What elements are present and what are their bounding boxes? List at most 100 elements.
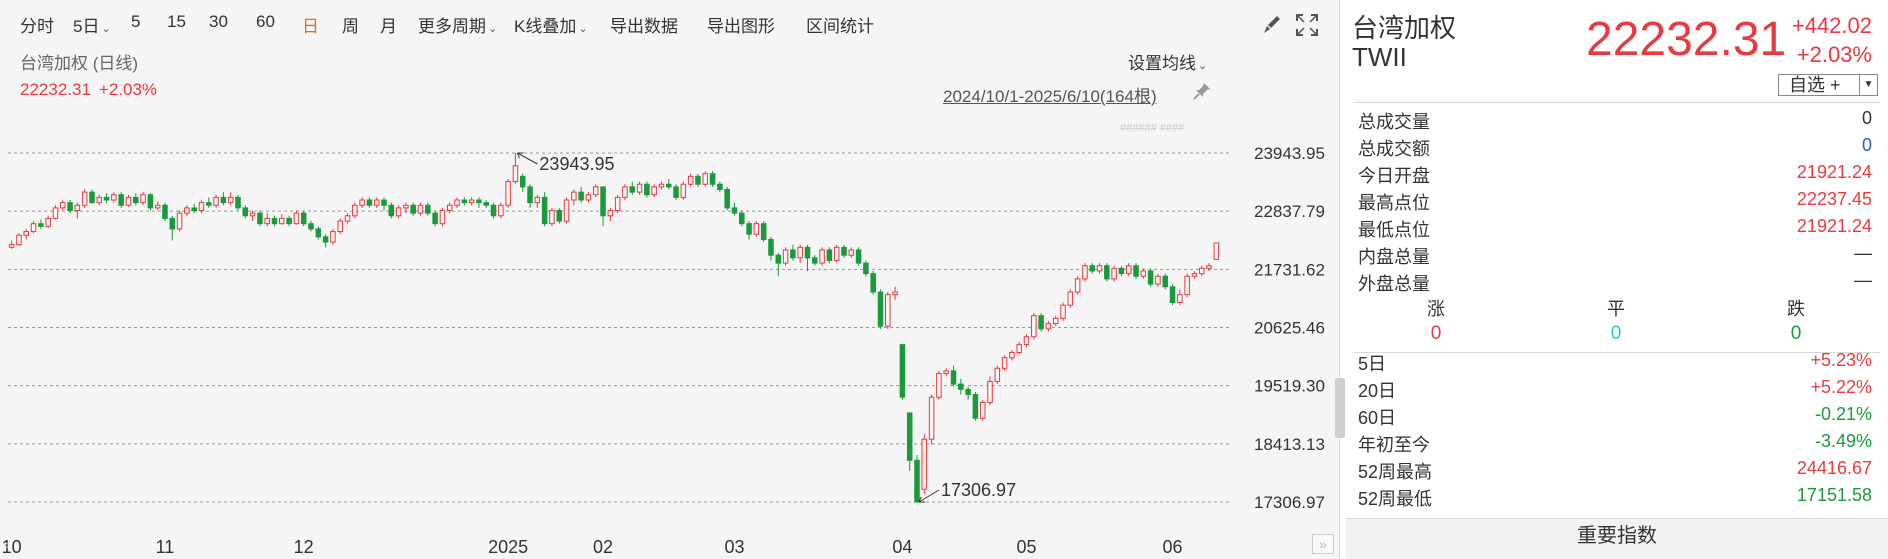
candle[interactable] <box>607 207 614 222</box>
candle[interactable] <box>1184 273 1190 298</box>
candle[interactable] <box>293 210 300 225</box>
scrollbar-handle[interactable] <box>1335 378 1345 438</box>
candle[interactable] <box>1155 273 1161 287</box>
candle[interactable] <box>614 194 621 214</box>
scroll-right-button[interactable]: » <box>1312 534 1334 554</box>
candle[interactable] <box>1038 313 1044 332</box>
candle[interactable] <box>198 200 205 214</box>
candle[interactable] <box>454 197 460 208</box>
candle[interactable] <box>359 197 365 208</box>
candle[interactable] <box>1140 268 1147 279</box>
candle[interactable] <box>1082 263 1088 282</box>
candle[interactable] <box>863 260 869 277</box>
candle[interactable] <box>790 244 796 261</box>
candle[interactable] <box>848 247 855 258</box>
candle[interactable] <box>936 370 942 400</box>
candle[interactable] <box>1111 265 1117 282</box>
candle[interactable] <box>1009 349 1015 361</box>
candle[interactable] <box>264 213 270 227</box>
candle[interactable] <box>760 221 767 243</box>
candle[interactable] <box>1191 270 1198 279</box>
candle[interactable] <box>958 378 964 395</box>
candle[interactable] <box>38 219 44 229</box>
candle[interactable] <box>768 236 774 261</box>
candle[interactable] <box>140 192 146 206</box>
candle[interactable] <box>739 210 745 227</box>
candle[interactable] <box>308 221 314 232</box>
candle[interactable] <box>505 178 511 208</box>
candle[interactable] <box>651 184 657 198</box>
candle[interactable] <box>417 202 424 216</box>
candle[interactable] <box>498 202 504 219</box>
candle[interactable] <box>1089 263 1095 274</box>
candle[interactable] <box>1198 265 1205 277</box>
candle[interactable] <box>242 205 249 219</box>
candle[interactable] <box>950 365 957 387</box>
candle[interactable] <box>812 255 818 266</box>
candle[interactable] <box>1067 289 1074 308</box>
candle[interactable] <box>89 189 95 204</box>
candle[interactable] <box>118 192 124 208</box>
candle[interactable] <box>235 194 241 211</box>
candle[interactable] <box>213 194 219 208</box>
candle[interactable] <box>534 194 541 208</box>
candle[interactable] <box>753 221 760 237</box>
candle[interactable] <box>373 197 380 208</box>
candle[interactable] <box>1147 268 1154 287</box>
candle[interactable] <box>519 173 526 193</box>
candle[interactable] <box>300 210 307 227</box>
candle[interactable] <box>965 386 971 400</box>
candle[interactable] <box>987 376 993 406</box>
candle[interactable] <box>1001 355 1008 371</box>
candle[interactable] <box>921 434 928 495</box>
candle[interactable] <box>797 244 803 264</box>
candle[interactable] <box>16 233 22 246</box>
candle[interactable] <box>687 173 694 187</box>
candle[interactable] <box>885 292 891 329</box>
candle[interactable] <box>775 252 782 277</box>
candle[interactable] <box>527 184 533 208</box>
candle[interactable] <box>111 192 117 203</box>
candle[interactable] <box>782 247 789 266</box>
candle[interactable] <box>680 181 687 201</box>
candle[interactable] <box>286 215 292 227</box>
candle[interactable] <box>249 210 256 222</box>
candle[interactable] <box>366 197 373 208</box>
candle[interactable] <box>972 391 979 421</box>
candle[interactable] <box>410 202 416 216</box>
candle[interactable] <box>191 203 197 214</box>
candle[interactable] <box>1023 334 1030 348</box>
candle[interactable] <box>381 197 387 211</box>
candle[interactable] <box>461 197 468 206</box>
candle[interactable] <box>30 221 37 234</box>
candle[interactable] <box>1031 313 1037 340</box>
candle[interactable] <box>425 202 431 216</box>
candle[interactable] <box>96 194 103 206</box>
candle[interactable] <box>571 189 577 206</box>
candle[interactable] <box>23 228 30 240</box>
candle[interactable] <box>176 210 183 232</box>
candle[interactable] <box>184 205 190 216</box>
candle[interactable] <box>892 286 898 300</box>
candle[interactable] <box>928 394 935 445</box>
candle[interactable] <box>1177 289 1183 306</box>
candle[interactable] <box>257 210 263 227</box>
candle[interactable] <box>395 205 402 219</box>
candle[interactable] <box>1104 263 1110 282</box>
candle[interactable] <box>702 171 709 187</box>
candle[interactable] <box>695 173 701 187</box>
candle[interactable] <box>169 215 176 241</box>
candle[interactable] <box>592 184 599 198</box>
candle[interactable] <box>220 192 227 206</box>
candle[interactable] <box>490 202 497 219</box>
candle[interactable] <box>133 193 139 206</box>
candle[interactable] <box>1016 341 1022 356</box>
candle[interactable] <box>899 344 906 400</box>
candle[interactable] <box>388 202 395 219</box>
candle[interactable] <box>81 188 88 208</box>
candle[interactable] <box>206 197 212 208</box>
candle[interactable] <box>1052 315 1059 327</box>
candle[interactable] <box>512 153 519 185</box>
candle[interactable] <box>636 181 643 195</box>
candle[interactable] <box>344 213 351 224</box>
